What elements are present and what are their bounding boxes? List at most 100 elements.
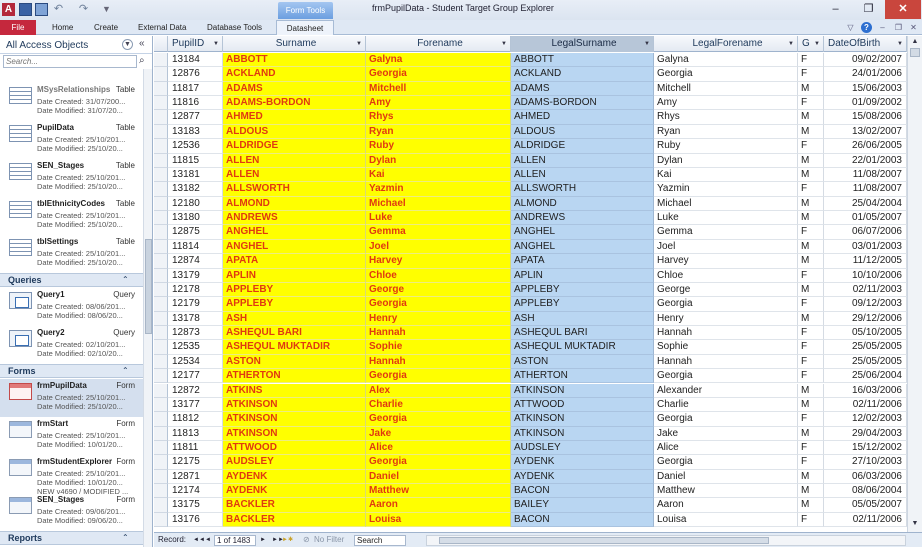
cell-legalsurname[interactable]: APLIN (511, 268, 654, 283)
cell-forename[interactable]: Galyna (366, 53, 511, 68)
cell-pupilid[interactable]: 11811 (168, 440, 223, 456)
row-selector[interactable] (154, 182, 168, 197)
nav-item[interactable]: frmStudentExplorer Form Date Created: 25/1… (0, 455, 143, 496)
column-header-pupilid[interactable]: PupilID ▼ (168, 36, 223, 52)
first-record-button[interactable]: ◄◄ (193, 534, 205, 546)
cell-forename[interactable]: Alex (366, 383, 511, 398)
cell-legalforename[interactable]: Joel (654, 239, 798, 255)
table-row[interactable]: 13182 ALLSWORTH Yazmin ALLSWORTH Yazmin F 11/0… (154, 182, 922, 197)
cell-legalforename[interactable]: Louisa (654, 512, 798, 528)
cell-forename[interactable]: Yazmin (366, 182, 511, 197)
help-icon[interactable]: ? (861, 22, 872, 33)
row-selector[interactable] (154, 239, 168, 255)
cell-gender[interactable]: M (798, 153, 824, 168)
cell-legalforename[interactable]: Charlie (654, 397, 798, 413)
cell-gender[interactable]: F (798, 96, 824, 111)
cell-pupilid[interactable]: 13180 (168, 211, 223, 226)
cell-legalsurname[interactable]: ATKINSON (511, 412, 654, 427)
cell-gender[interactable]: M (798, 426, 824, 441)
cell-legalsurname[interactable]: ANGHEL (511, 239, 654, 255)
restore-button[interactable]: ❐ (852, 0, 885, 19)
tab-external-data[interactable]: External Data (138, 20, 186, 35)
collapse-chevron-icon[interactable]: ⌃ (122, 366, 129, 375)
cell-forename[interactable]: Kai (366, 167, 511, 183)
cell-dateofbirth[interactable]: 24/01/2006 (824, 67, 907, 82)
cell-dateofbirth[interactable]: 02/11/2006 (824, 397, 907, 413)
search-icon[interactable]: ⌕ (139, 55, 145, 66)
cell-surname[interactable]: ANDREWS (223, 211, 366, 226)
cell-legalsurname[interactable]: ALMOND (511, 196, 654, 212)
cell-pupilid[interactable]: 11815 (168, 153, 223, 168)
cell-legalsurname[interactable]: ANDREWS (511, 211, 654, 226)
cell-dateofbirth[interactable]: 09/02/2007 (824, 53, 907, 68)
column-header-gender[interactable]: G ▼ (798, 36, 824, 52)
cell-gender[interactable]: M (798, 196, 824, 212)
access-app-icon[interactable]: A (2, 3, 15, 16)
record-search-input[interactable]: Search (354, 535, 406, 546)
record-position-input[interactable]: 1 of 1483 (214, 535, 256, 546)
cell-legalforename[interactable]: Alice (654, 440, 798, 456)
cell-legalsurname[interactable]: APPLEBY (511, 297, 654, 312)
tab-datasheet[interactable]: Datasheet (276, 20, 334, 35)
cell-gender[interactable]: M (798, 311, 824, 327)
cell-surname[interactable]: ANGHEL (223, 225, 366, 240)
row-selector[interactable] (154, 397, 168, 413)
cell-legalforename[interactable]: Mitchell (654, 81, 798, 97)
cell-legalforename[interactable]: Matthew (654, 484, 798, 499)
row-selector[interactable] (154, 340, 168, 355)
nav-group-forms[interactable]: Forms ⌃ (0, 364, 143, 378)
cell-dateofbirth[interactable]: 01/05/2007 (824, 211, 907, 226)
collapse-chevron-icon[interactable]: ⌃ (122, 533, 129, 542)
cell-legalsurname[interactable]: ADAMS-BORDON (511, 96, 654, 111)
row-selector[interactable] (154, 326, 168, 341)
undo-icon[interactable]: ↶ (52, 3, 65, 16)
cell-legalforename[interactable]: Hannah (654, 326, 798, 341)
cell-gender[interactable]: M (798, 211, 824, 226)
cell-pupilid[interactable]: 11812 (168, 412, 223, 427)
cell-legalsurname[interactable]: ASH (511, 311, 654, 327)
cell-surname[interactable]: ATKINSON (223, 412, 366, 427)
cell-legalforename[interactable]: Galyna (654, 53, 798, 68)
table-row[interactable]: 12536 ALDRIDGE Ruby ALDRIDGE Ruby F 26/06/2005 (154, 139, 922, 154)
cell-pupilid[interactable]: 12876 (168, 67, 223, 82)
cell-gender[interactable]: F (798, 340, 824, 355)
cell-gender[interactable]: F (798, 512, 824, 528)
cell-dateofbirth[interactable]: 12/02/2003 (824, 412, 907, 427)
column-header-dateofbirth[interactable]: DateOfBirth ▼ (824, 36, 907, 52)
cell-pupilid[interactable]: 12877 (168, 110, 223, 125)
table-row[interactable]: 12174 AYDENK Matthew BACON Matthew M 08/06/200… (154, 484, 922, 499)
cell-forename[interactable]: Ruby (366, 139, 511, 154)
cell-pupilid[interactable]: 11813 (168, 426, 223, 441)
table-row[interactable]: 12179 APPLEBY Georgia APPLEBY Georgia F 09/12/… (154, 297, 922, 312)
row-selector[interactable] (154, 412, 168, 427)
collapse-chevron-icon[interactable]: ⌃ (122, 275, 129, 284)
select-all-corner[interactable] (154, 36, 168, 52)
table-row[interactable]: 13183 ALDOUS Ryan ALDOUS Ryan M 13/02/2007 (154, 124, 922, 140)
close-button[interactable]: ✕ (885, 0, 921, 19)
cell-dateofbirth[interactable]: 13/02/2007 (824, 124, 907, 140)
cell-surname[interactable]: ASHEQUL BARI (223, 326, 366, 341)
cell-legalforename[interactable]: Georgia (654, 455, 798, 470)
nav-item[interactable]: Query1 Query Date Created: 08/06/201... Dat… (0, 288, 143, 326)
column-dropdown-icon[interactable]: ▼ (356, 36, 362, 52)
cell-dateofbirth[interactable]: 06/03/2006 (824, 469, 907, 485)
cell-gender[interactable]: F (798, 440, 824, 456)
cell-legalsurname[interactable]: ATKINSON (511, 383, 654, 398)
cell-legalforename[interactable]: Georgia (654, 67, 798, 82)
cell-forename[interactable]: Mitchell (366, 81, 511, 97)
cell-legalforename[interactable]: George (654, 282, 798, 298)
cell-legalforename[interactable]: Daniel (654, 469, 798, 485)
next-record-button[interactable]: ► (260, 534, 266, 546)
column-dropdown-icon[interactable]: ▼ (788, 36, 794, 52)
cell-forename[interactable]: Sophie (366, 340, 511, 355)
cell-forename[interactable]: George (366, 282, 511, 298)
tab-create[interactable]: Create (94, 20, 118, 35)
cell-forename[interactable]: Henry (366, 311, 511, 327)
cell-legalsurname[interactable]: ALLSWORTH (511, 182, 654, 197)
cell-legalforename[interactable]: Georgia (654, 412, 798, 427)
cell-legalsurname[interactable]: ADAMS (511, 81, 654, 97)
table-row[interactable]: 12876 ACKLAND Georgia ACKLAND Georgia F 24/01/… (154, 67, 922, 82)
cell-dateofbirth[interactable]: 25/06/2004 (824, 369, 907, 384)
cell-forename[interactable]: Amy (366, 96, 511, 111)
cell-pupilid[interactable]: 12872 (168, 383, 223, 398)
